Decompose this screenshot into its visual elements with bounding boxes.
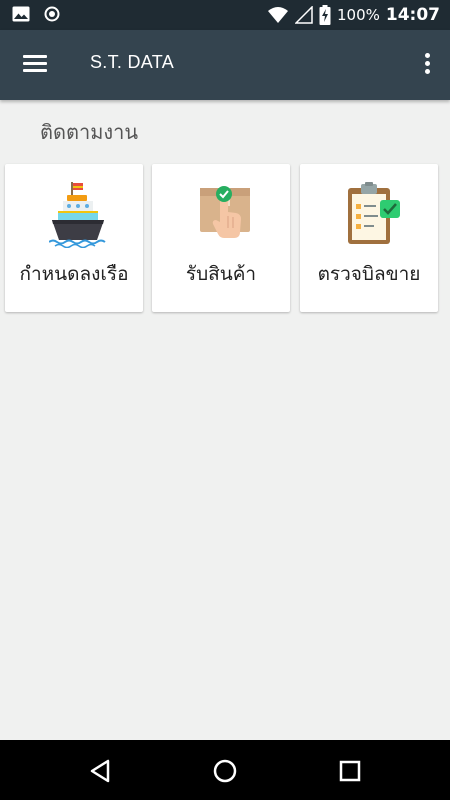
card-ship-booking[interactable]: กำหนดลงเรือ <box>5 164 143 312</box>
battery-percent: 100% <box>336 6 380 24</box>
package-receive-icon <box>200 186 250 238</box>
app-bar: S.T. DATA <box>0 30 450 100</box>
card-label: กำหนดลงเรือ <box>19 263 129 285</box>
card-label: ตรวจบิลขาย <box>317 263 421 285</box>
battery-icon <box>319 5 331 25</box>
card-check-sales-bill[interactable]: ตรวจบิลขาย <box>300 164 438 312</box>
circle-dot-icon <box>44 6 60 22</box>
ship-icon <box>49 182 106 248</box>
wifi-icon <box>267 7 288 23</box>
status-right: 100% 14:07 <box>267 5 440 25</box>
more-vertical-icon[interactable] <box>418 50 436 80</box>
hamburger-menu-icon[interactable] <box>18 52 52 78</box>
status-time: 14:07 <box>385 5 440 25</box>
image-icon <box>12 6 30 22</box>
status-bar: 100% 14:07 <box>0 0 450 30</box>
app-title: S.T. DATA <box>90 52 175 72</box>
navigation-bar <box>0 740 450 800</box>
menu-cards: กำหนดลงเรือ รับสินค้า ตรวจบิลขาย <box>5 164 445 312</box>
card-label: รับสินค้า <box>185 263 257 285</box>
signal-icon <box>294 6 313 24</box>
section-title: ติดตามงาน <box>40 120 139 144</box>
card-receive-goods[interactable]: รับสินค้า <box>152 164 290 312</box>
home-circle-icon[interactable] <box>210 756 240 786</box>
back-triangle-icon[interactable] <box>86 756 116 786</box>
clipboard-check-icon <box>348 182 400 244</box>
status-left-icons <box>12 6 60 22</box>
recents-square-icon[interactable] <box>335 756 365 786</box>
